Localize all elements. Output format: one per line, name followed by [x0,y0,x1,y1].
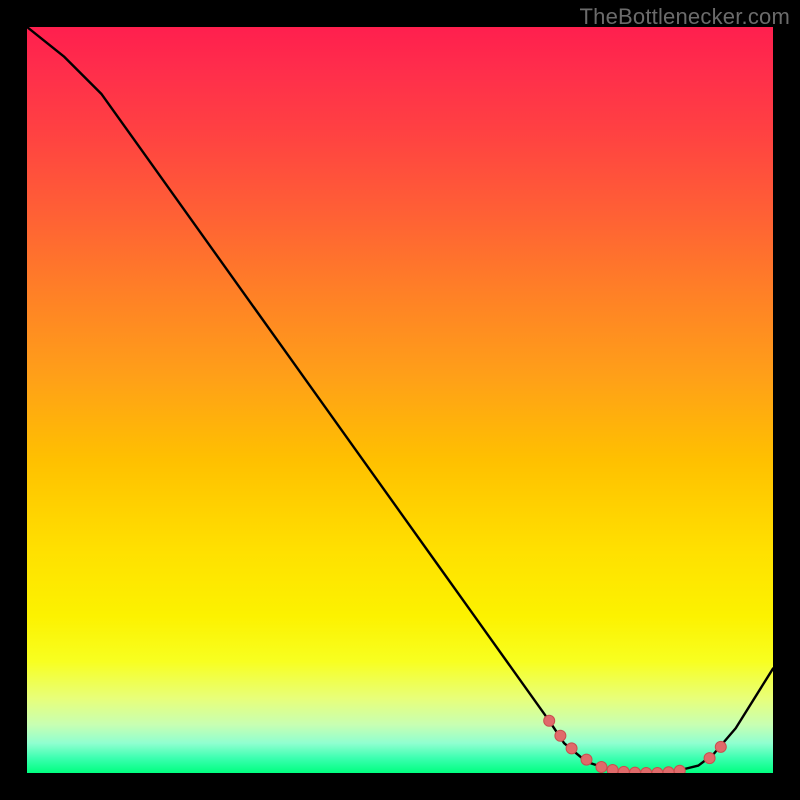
watermark-text: TheBottlenecker.com [580,4,790,30]
chart-frame: TheBottlenecker.com [0,0,800,800]
plot-gradient-area [27,27,773,773]
